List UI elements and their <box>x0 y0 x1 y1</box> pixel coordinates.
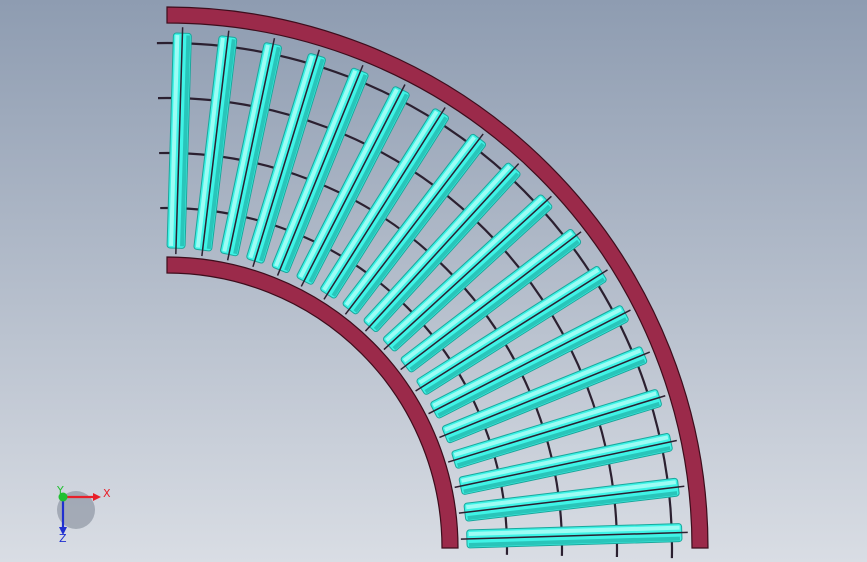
y-axis-label: Y <box>56 484 64 497</box>
x-axis-label: X <box>103 487 111 500</box>
curved-roller-conveyor-model[interactable]: X Y Z <box>0 0 867 562</box>
z-axis-label: Z <box>59 532 67 545</box>
cad-viewport[interactable]: X Y Z <box>0 0 867 562</box>
